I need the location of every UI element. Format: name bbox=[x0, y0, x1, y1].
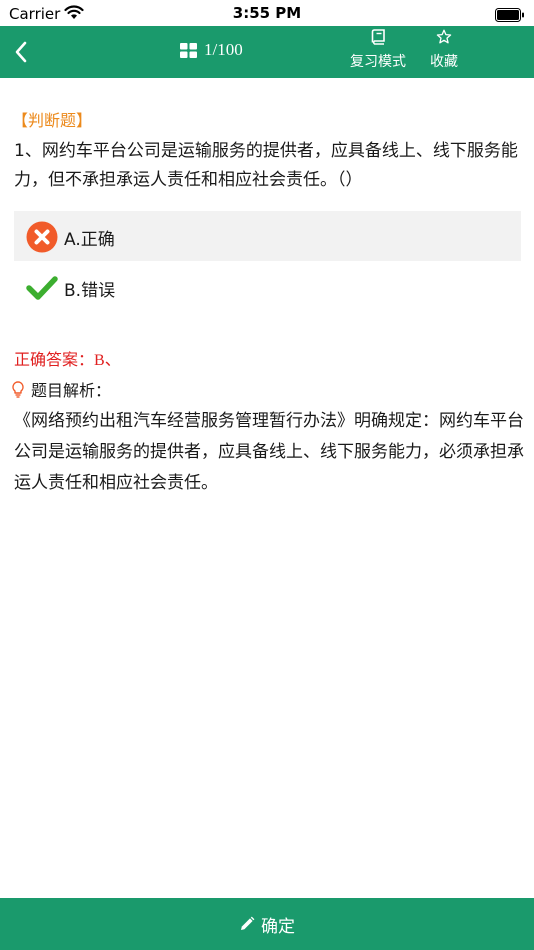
battery-icon bbox=[495, 7, 525, 26]
confirm-button[interactable]: 确定 bbox=[0, 898, 534, 950]
question-type: 【判断题】 bbox=[12, 111, 93, 130]
pencil-icon bbox=[241, 916, 255, 930]
review-mode-label: 复习模式 bbox=[350, 54, 406, 70]
nav-bar: 1/100 复习模式 收藏 bbox=[0, 26, 534, 78]
analysis-heading-label: 题目解析： bbox=[31, 381, 112, 400]
confirm-label: 确定 bbox=[261, 916, 295, 937]
correct-answer-label: 正确答案： bbox=[14, 350, 95, 369]
grid-icon bbox=[180, 42, 197, 58]
correct-answer-value: B、 bbox=[94, 352, 121, 369]
option-a[interactable]: A.正确 bbox=[14, 211, 521, 261]
status-bar: Carrier 3:55 PM bbox=[0, 0, 534, 26]
favorite-label: 收藏 bbox=[430, 54, 458, 70]
book-icon bbox=[371, 29, 385, 45]
question-text: 1、网约车平台公司是运输服务的提供者，应具备线上、线下服务能力，但不承担承运人责… bbox=[14, 141, 518, 190]
chevron-left-icon bbox=[15, 41, 27, 63]
favorite-button[interactable]: 收藏 bbox=[424, 29, 464, 71]
review-mode-button[interactable]: 复习模式 bbox=[343, 29, 413, 71]
option-a-label: A.正确 bbox=[64, 230, 115, 250]
checkmark-icon bbox=[26, 276, 58, 300]
option-b-label: B.错误 bbox=[64, 281, 116, 301]
option-b[interactable]: B.错误 bbox=[14, 262, 521, 312]
star-outline-icon bbox=[436, 29, 452, 44]
lightbulb-icon bbox=[12, 380, 24, 398]
correct-answer: 正确答案：B、 bbox=[14, 346, 121, 370]
analysis-heading: 题目解析： bbox=[12, 377, 111, 401]
back-button[interactable] bbox=[8, 37, 38, 67]
question-counter[interactable]: 1/100 bbox=[180, 40, 243, 60]
counter-text: 1/100 bbox=[204, 40, 243, 59]
clock-time: 3:55 PM bbox=[232, 4, 302, 22]
x-circle-icon bbox=[26, 221, 58, 253]
analysis-text: 《网络预约出租汽车经营服务管理暂行办法》明确规定：网约车平台公司是运输服务的提供… bbox=[14, 411, 524, 493]
